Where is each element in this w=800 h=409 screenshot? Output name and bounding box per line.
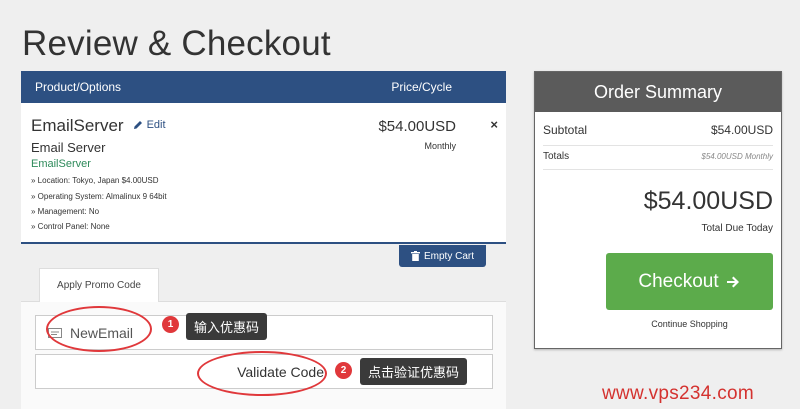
continue-shopping-link[interactable]: Continue Shopping (606, 319, 773, 329)
summary-divider (543, 145, 773, 146)
tab-apply-promo[interactable]: Apply Promo Code (39, 268, 159, 302)
subtotal-value: $54.00USD (710, 123, 773, 137)
annotation-ring-1 (46, 306, 152, 352)
edit-label: Edit (146, 119, 166, 131)
cart-bottom-border (21, 242, 506, 244)
summary-divider (543, 169, 773, 170)
empty-cart-button[interactable]: Empty Cart (399, 245, 486, 267)
order-summary-title: Order Summary (535, 72, 781, 112)
watermark-text: www.vps234.com (602, 383, 755, 404)
option-location: » Location: Tokyo, Japan $4.00USD (31, 176, 159, 185)
option-control-panel: » Control Panel: None (31, 222, 110, 231)
order-summary-panel: Order Summary Subtotal $54.00USD Totals … (534, 71, 782, 349)
annotation-tip-1: 输入优惠码 (186, 313, 268, 340)
product-subtitle: EmailServer (31, 158, 91, 170)
page-title: Review & Checkout (22, 24, 331, 63)
step-badge-2: 2 (335, 362, 352, 379)
annotation-tip-2: 点击验证优惠码 (360, 358, 468, 385)
edit-link[interactable]: Edit (132, 119, 166, 131)
product-name-row: EmailServer Edit (31, 116, 166, 136)
product-name: EmailServer (31, 116, 124, 135)
product-group: Email Server (31, 140, 106, 155)
option-os: » Operating System: Almalinux 9 64bit (31, 192, 167, 201)
subtotal-row: Subtotal $54.00USD (543, 123, 773, 137)
total-due-label: Total Due Today (701, 223, 773, 234)
checkout-button[interactable]: Checkout (606, 253, 773, 310)
totals-label: Totals (543, 151, 570, 162)
arrow-right-icon (726, 276, 739, 287)
cart-item: EmailServer Edit Email Server EmailServe… (21, 71, 506, 243)
pencil-icon (133, 121, 142, 129)
empty-cart-label: Empty Cart (423, 250, 474, 262)
option-management: » Management: No (31, 207, 100, 216)
remove-item-icon[interactable]: × (490, 117, 498, 132)
checkout-label: Checkout (638, 270, 719, 292)
annotation-ring-2 (197, 351, 327, 396)
subtotal-label: Subtotal (543, 123, 588, 137)
totals-value: $54.00USD Monthly (701, 152, 773, 161)
item-cycle: Monthly (424, 141, 456, 151)
totals-row: Totals $54.00USD Monthly (543, 151, 773, 162)
trash-icon (410, 251, 420, 261)
total-amount: $54.00USD (643, 187, 773, 215)
item-price: $54.00USD (378, 118, 456, 135)
step-badge-1: 1 (162, 316, 179, 333)
